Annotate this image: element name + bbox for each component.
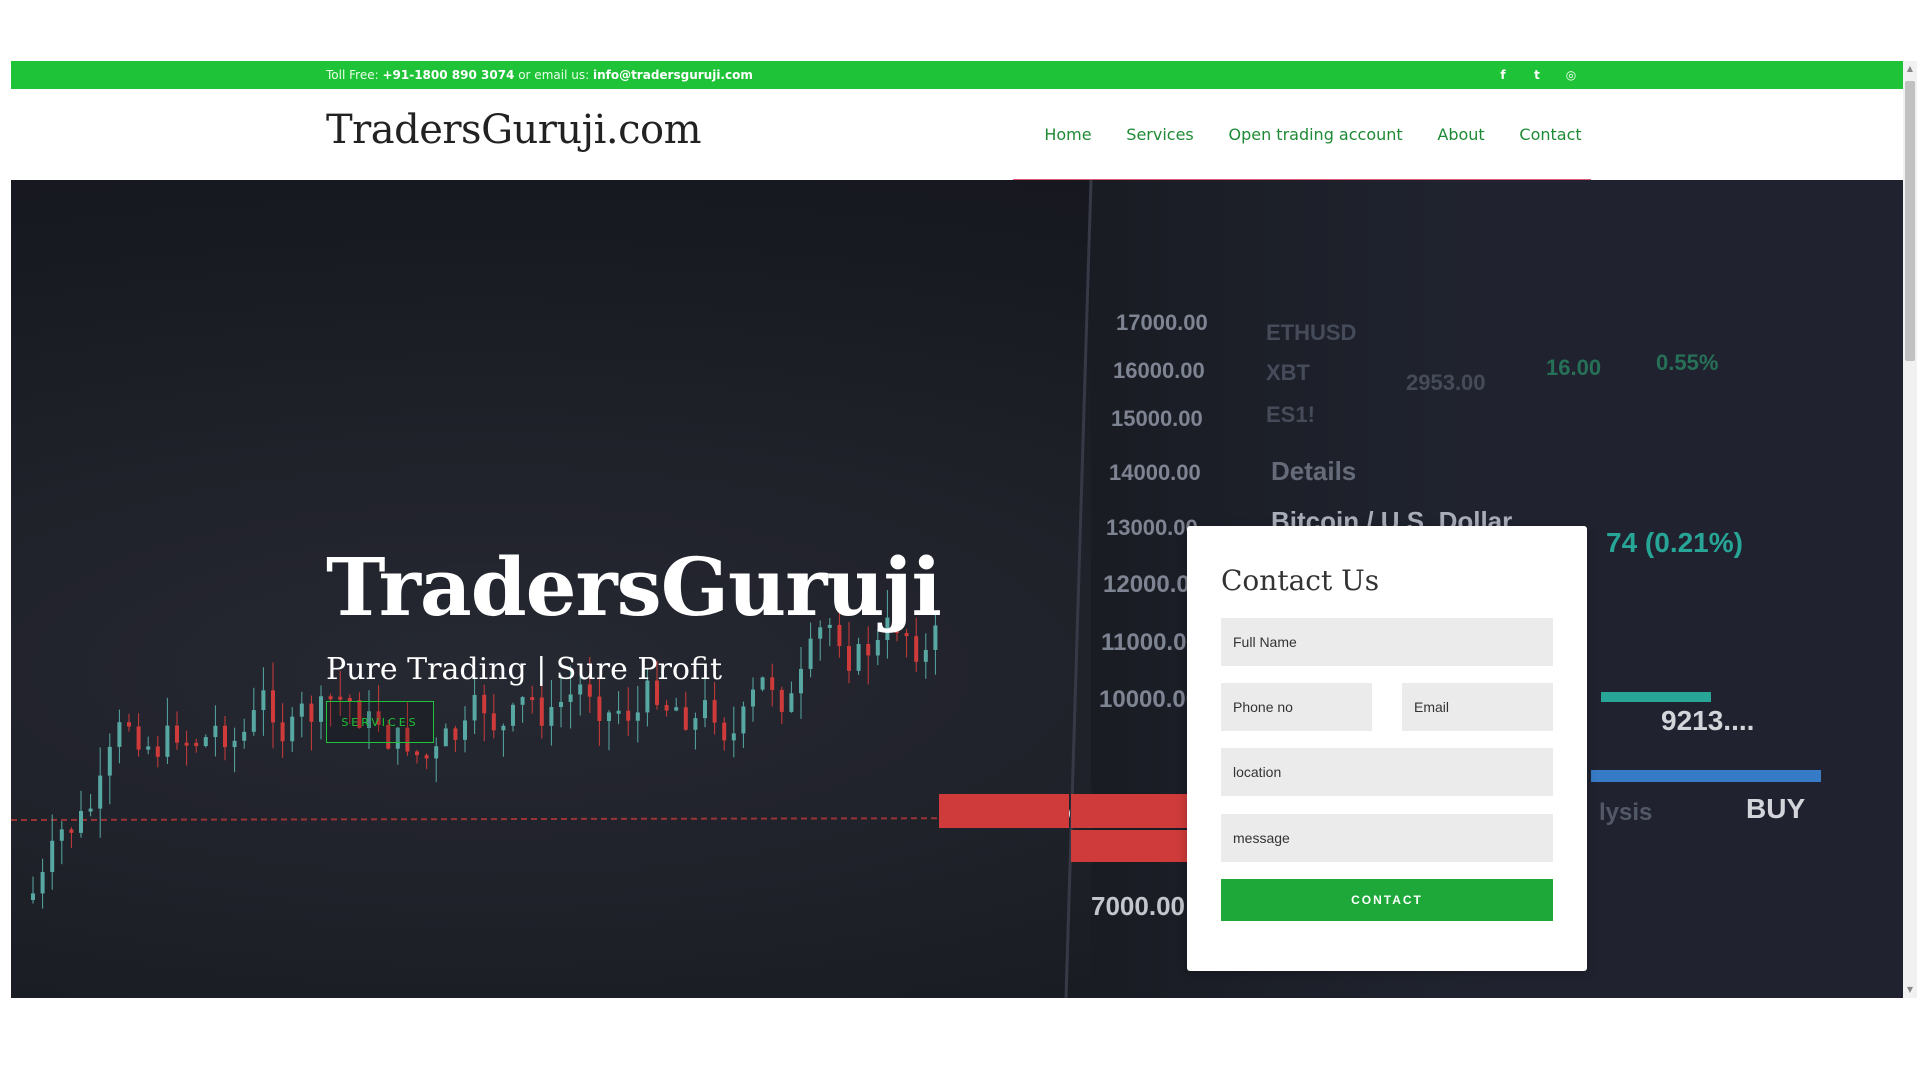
message-input[interactable] [1221,814,1553,862]
contact-form-card: Contact Us CONTACT [1187,526,1587,971]
nav-open-trading-account[interactable]: Open trading account [1228,125,1402,144]
scroll-up-icon[interactable]: ▲ [1906,65,1914,73]
scrollbar-thumb[interactable] [1905,81,1915,361]
nav-home[interactable]: Home [1044,125,1091,144]
location-input[interactable] [1221,748,1553,796]
full-name-input[interactable] [1221,618,1553,666]
toll-free-label: Toll Free: [326,68,379,82]
social-links: f t ◎ [1495,61,1579,89]
hero-section: 17000.00 16000.00 15000.00 14000.00 13000.00… [11,180,1903,998]
main-nav: Home Services Open trading account About… [1027,89,1599,180]
instagram-icon[interactable]: ◎ [1563,67,1579,83]
hero-overlay [11,180,1903,998]
scroll-down-icon[interactable]: ▼ [1906,986,1914,994]
services-button[interactable]: SERVICES [326,701,434,743]
hero-title: TradersGuruji [326,540,942,634]
contact-submit-button[interactable]: CONTACT [1221,879,1553,921]
hero-subtitle: Pure Trading | Sure Profit [326,652,723,687]
top-info-bar: Toll Free: +91-1800 890 3074 or email us… [11,61,1903,89]
email-label: or email us: [518,68,590,82]
twitter-icon[interactable]: t [1529,67,1545,83]
phone-input[interactable] [1221,683,1372,731]
brand-logo[interactable]: TradersGuruji.com [326,107,702,153]
email-link[interactable]: info@tradersguruji.com [593,68,753,82]
site-header: TradersGuruji.com Home Services Open tra… [11,89,1903,180]
page-scrollbar[interactable]: ▲ ▼ [1903,61,1917,998]
contact-form-title: Contact Us [1221,564,1380,597]
contact-info: Toll Free: +91-1800 890 3074 or email us… [326,61,753,89]
email-input[interactable] [1402,683,1553,731]
nav-services[interactable]: Services [1126,125,1193,144]
nav-about[interactable]: About [1437,125,1484,144]
facebook-icon[interactable]: f [1495,67,1511,83]
nav-contact[interactable]: Contact [1519,125,1581,144]
browser-viewport: Toll Free: +91-1800 890 3074 or email us… [11,61,1917,998]
toll-free-number[interactable]: +91-1800 890 3074 [382,68,514,82]
